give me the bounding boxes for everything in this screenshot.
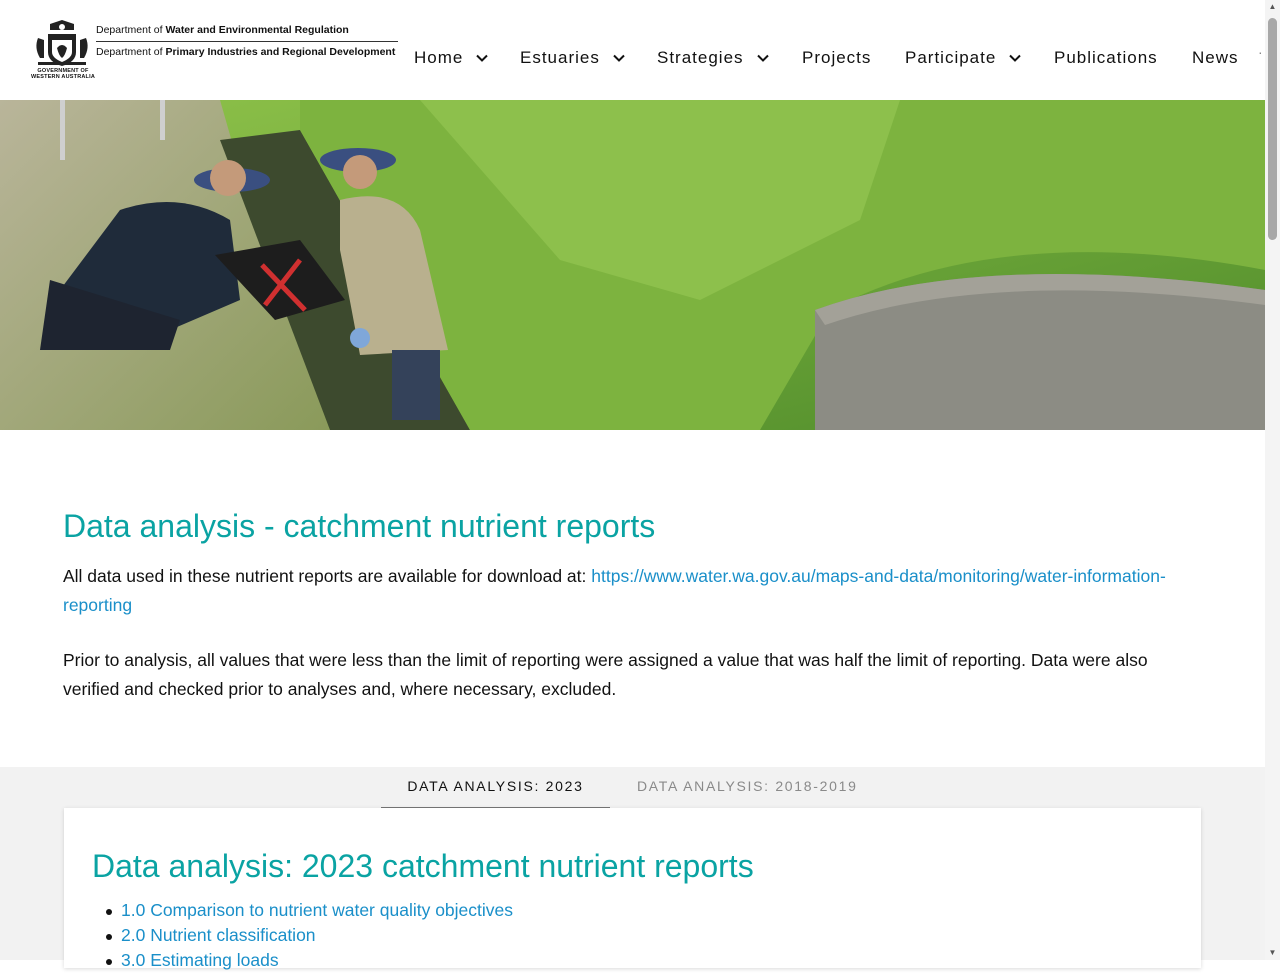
nav-item-label: Strategies (657, 48, 744, 67)
list-item: 1.0 Comparison to nutrient water quality… (92, 900, 513, 925)
nav-item-projects[interactable]: Projects (802, 48, 871, 68)
tab-data-analysis-2023[interactable]: DATA ANALYSIS: 2023 (381, 778, 610, 810)
vertical-scrollbar[interactable]: ▲ ▼ (1265, 0, 1280, 960)
page-title: Data analysis - catchment nutrient repor… (63, 508, 656, 544)
toc-link-estimating-loads[interactable]: 3.0 Estimating loads (121, 950, 279, 970)
nav-item-label: Publications (1054, 48, 1158, 67)
chevron-down-icon (613, 54, 625, 62)
chevron-down-icon (1009, 54, 1022, 62)
scrollbar-thumb[interactable] (1268, 18, 1277, 240)
scroll-up-arrow-icon[interactable]: ▲ (1268, 2, 1277, 12)
nav-item-publications[interactable]: Publications (1054, 48, 1158, 68)
nav-overflow-indicator[interactable]: · (1258, 44, 1263, 60)
nav-item-label: Projects (802, 48, 872, 67)
nav-item-participate[interactable]: Participate (905, 48, 1022, 68)
toc-link-comparison[interactable]: 1.0 Comparison to nutrient water quality… (121, 900, 513, 920)
nav-item-label: Home (414, 48, 464, 67)
government-label: GOVERNMENT OF WESTERN AUSTRALIA (31, 68, 95, 80)
nav-item-home[interactable]: Home (414, 48, 489, 68)
table-of-contents: 1.0 Comparison to nutrient water quality… (92, 900, 513, 975)
intro-text: All data used in these nutrient reports … (63, 566, 592, 586)
intro-paragraph: All data used in these nutrient reports … (63, 562, 1203, 619)
nav-item-label: News (1192, 48, 1239, 67)
nav-item-strategies[interactable]: Strategies (657, 48, 770, 68)
logo-divider (96, 41, 398, 42)
field-sampling-photo (0, 100, 1265, 430)
list-item: 2.0 Nutrient classification (92, 925, 513, 950)
tab-panel: Data analysis: 2023 catchment nutrient r… (64, 808, 1201, 970)
list-item: 3.0 Estimating loads (92, 950, 513, 975)
department-primary-industries-label: Department of Primary Industries and Reg… (96, 46, 396, 58)
tab-data-analysis-2018-2019[interactable]: DATA ANALYSIS: 2018-2019 (637, 778, 858, 794)
scroll-down-arrow-icon[interactable]: ▼ (1268, 948, 1277, 958)
nav-item-label: Estuaries (520, 48, 600, 67)
nav-item-label: Participate (905, 48, 997, 67)
nav-item-estuaries[interactable]: Estuaries (520, 48, 626, 68)
hero-image (0, 100, 1265, 430)
toc-link-nutrient-classification[interactable]: 2.0 Nutrient classification (121, 925, 316, 945)
chevron-down-icon (476, 54, 489, 62)
panel-title: Data analysis: 2023 catchment nutrient r… (92, 848, 754, 884)
government-logo[interactable]: GOVERNMENT OF WESTERN AUSTRALIA Departme… (30, 18, 400, 82)
department-water-label: Department of Water and Environmental Re… (96, 24, 349, 36)
chevron-down-icon (756, 54, 769, 62)
methodology-paragraph: Prior to analysis, all values that were … (63, 650, 1148, 699)
site-header: GOVERNMENT OF WESTERN AUSTRALIA Departme… (0, 0, 1265, 100)
nav-item-news[interactable]: News (1192, 48, 1239, 68)
